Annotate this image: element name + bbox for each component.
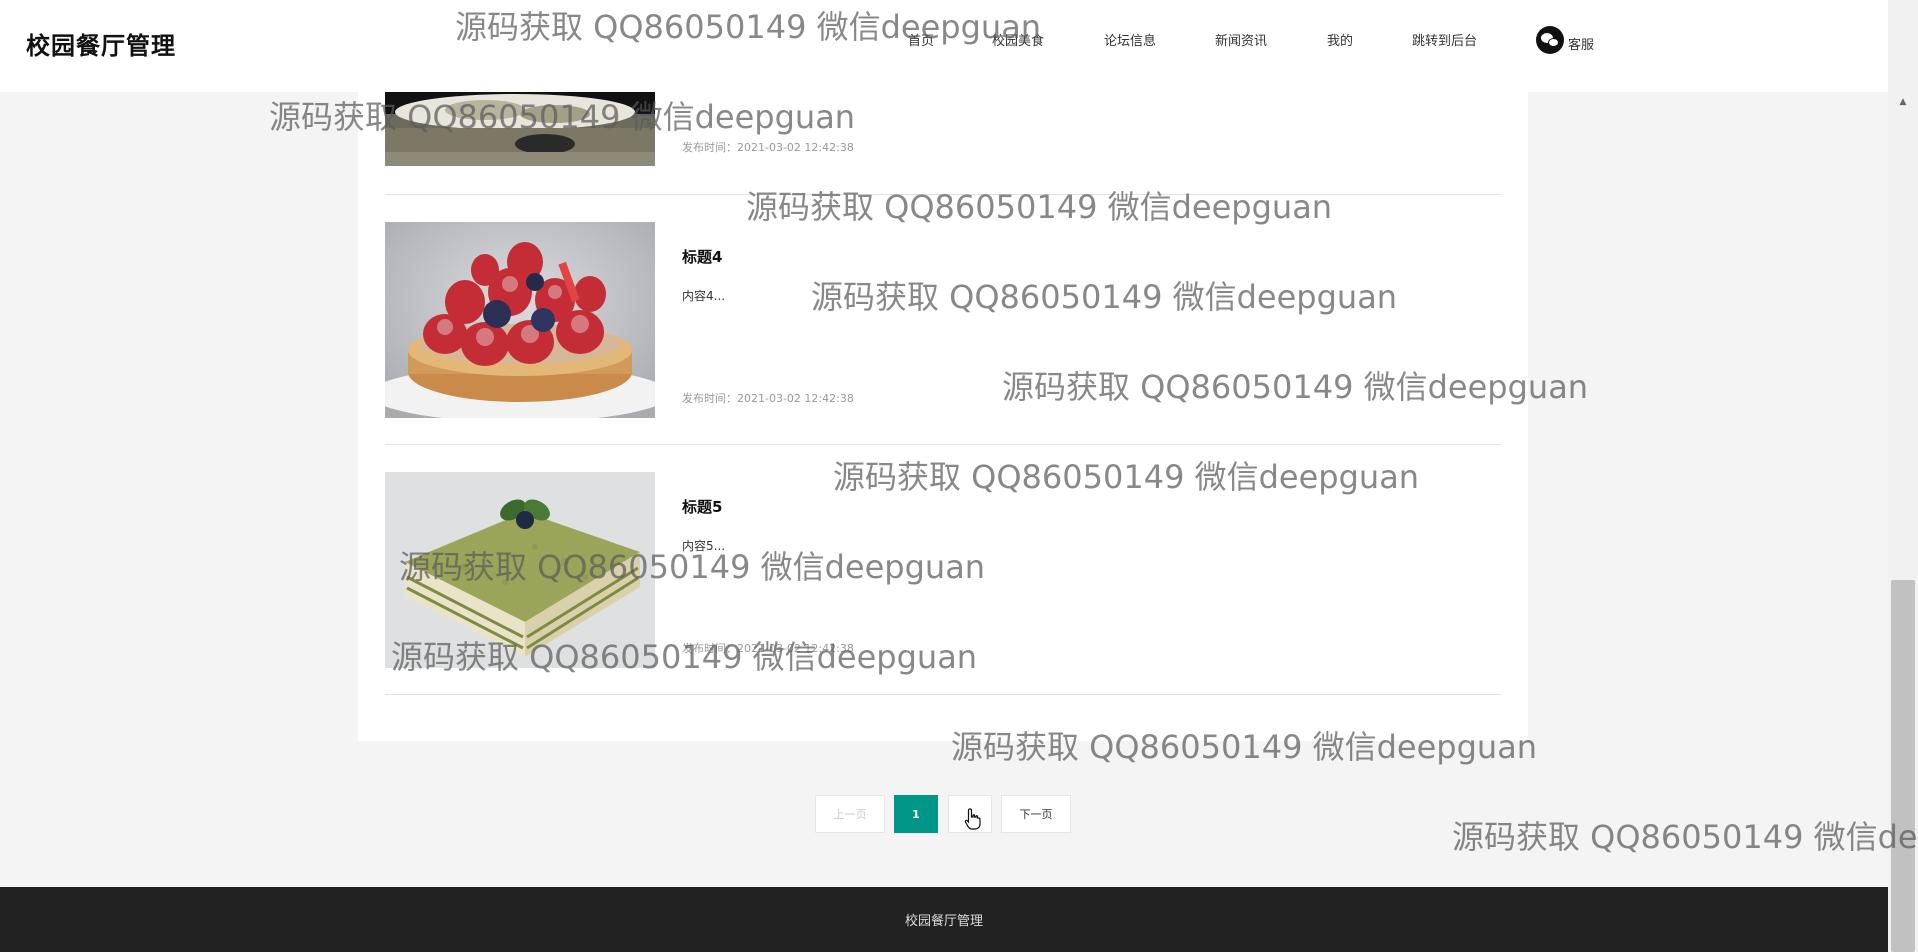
cake-thumbnail-5[interactable] xyxy=(385,472,655,668)
divider xyxy=(385,694,1501,695)
nav-forum[interactable]: 论坛信息 xyxy=(1104,30,1156,49)
divider xyxy=(385,444,1501,445)
list-item[interactable]: 标题4 内容4... 发布时间：2021-03-02 12:42:38 xyxy=(385,222,1501,442)
prev-page-button[interactable]: 上一页 xyxy=(815,795,885,833)
publish-time: 发布时间：2021-03-02 12:42:38 xyxy=(682,392,854,405)
main-nav: 首页 校园美食 论坛信息 新闻资讯 我的 跳转到后台 xyxy=(0,30,1888,54)
wechat-icon xyxy=(1536,26,1564,54)
customer-service-button[interactable]: 客服 xyxy=(1536,26,1594,54)
nav-mine[interactable]: 我的 xyxy=(1327,30,1353,49)
item-content: 内容5... xyxy=(682,539,726,553)
news-list-card: 发布时间：2021-03-02 12:42:38 标题4 内容4... 发布时间… xyxy=(358,92,1528,741)
nav-admin[interactable]: 跳转到后台 xyxy=(1412,30,1477,49)
nav-news[interactable]: 新闻资讯 xyxy=(1215,30,1267,49)
list-item[interactable]: 发布时间：2021-03-02 12:42:38 xyxy=(385,92,1501,193)
top-header: 校园餐厅管理 首页 校园美食 论坛信息 新闻资讯 我的 跳转到后台 客服 xyxy=(0,0,1888,92)
next-page-button[interactable]: 下一页 xyxy=(1001,795,1071,833)
nav-home[interactable]: 首页 xyxy=(908,30,934,49)
cake-thumbnail-4[interactable] xyxy=(385,222,655,418)
page-scrollbar[interactable]: ▲ xyxy=(1888,0,1918,952)
footer-text: 校园餐厅管理 xyxy=(904,914,983,929)
page-1-button[interactable]: 1 xyxy=(894,795,938,833)
cake-thumbnail-1[interactable] xyxy=(385,92,655,166)
site-footer: 校园餐厅管理 xyxy=(0,887,1888,952)
divider xyxy=(385,194,1501,195)
publish-time: 发布时间：2021-03-02 12:42:38 xyxy=(682,141,854,154)
pagination: 上一页 1 下一页 xyxy=(0,795,1918,833)
scroll-up-arrow-icon[interactable]: ▲ xyxy=(1888,92,1918,112)
item-content: 内容4... xyxy=(682,289,726,303)
item-title[interactable]: 标题4 xyxy=(682,246,722,267)
item-title[interactable]: 标题5 xyxy=(682,496,722,517)
list-item[interactable]: 标题5 内容5... 发布时间：2021-03-02 12:42:38 xyxy=(385,472,1501,692)
hand-cursor-icon xyxy=(964,808,981,830)
nav-campus-food[interactable]: 校园美食 xyxy=(992,30,1044,49)
customer-service-label: 客服 xyxy=(1568,37,1595,53)
publish-time: 发布时间：2021-03-02 12:42:38 xyxy=(682,642,854,655)
scrollbar-thumb[interactable] xyxy=(1891,580,1915,952)
